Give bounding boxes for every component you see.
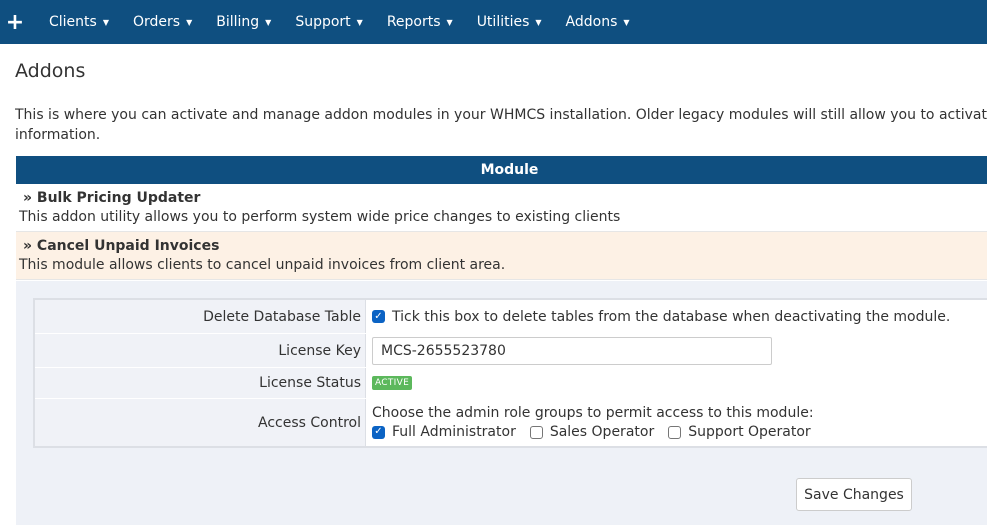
module-config-panel: Delete Database Table ✓ Tick this box to…	[16, 281, 987, 525]
module-name[interactable]: » Bulk Pricing Updater	[19, 189, 987, 207]
top-navigation: + Clients ▼ Orders ▼ Billing ▼ Support ▼ Rep…	[0, 0, 987, 44]
module-table-header: Module	[16, 156, 987, 184]
config-row-license-status: License Status ACTIVE	[35, 368, 987, 399]
page-title: Addons	[15, 60, 86, 82]
nav-billing[interactable]: Billing ▼	[204, 0, 283, 44]
access-control-text: Choose the admin role groups to permit a…	[372, 405, 814, 421]
config-table: Delete Database Table ✓ Tick this box to…	[33, 298, 987, 448]
nav-addons[interactable]: Addons ▼	[554, 0, 642, 44]
caret-down-icon: ▼	[186, 17, 193, 27]
access-control-label: Access Control	[35, 399, 365, 446]
module-description: This addon utility allows you to perform…	[19, 209, 621, 225]
module-table: Module » Bulk Pricing Updater This addon…	[16, 156, 987, 280]
intro-line-1: This is where you can activate and manag…	[15, 107, 987, 123]
caret-down-icon: ▼	[102, 17, 109, 27]
nav-clients[interactable]: Clients ▼	[37, 0, 121, 44]
license-key-label: License Key	[35, 334, 365, 367]
save-changes-button[interactable]: Save Changes	[796, 478, 912, 511]
config-row-access-control: Access Control Choose the admin role gro…	[35, 399, 987, 446]
delete-table-text: Tick this box to delete tables from the …	[392, 308, 951, 325]
status-badge: ACTIVE	[372, 376, 413, 390]
role-full-administrator[interactable]: ✓ Full Administrator	[372, 424, 516, 440]
role-checkbox[interactable]	[668, 425, 682, 439]
caret-down-icon: ▼	[535, 17, 542, 27]
caret-down-icon: ▼	[623, 17, 630, 27]
license-status-label: License Status	[35, 368, 365, 398]
nav-reports[interactable]: Reports ▼	[375, 0, 465, 44]
caret-down-icon: ▼	[265, 17, 272, 27]
page-intro: This is where you can activate and manag…	[15, 105, 987, 145]
module-row-cancel-unpaid[interactable]: » Cancel Unpaid Invoices This module all…	[16, 232, 987, 280]
nav-support[interactable]: Support ▼	[283, 0, 375, 44]
caret-down-icon: ▼	[446, 17, 453, 27]
nav-utilities[interactable]: Utilities ▼	[465, 0, 554, 44]
license-key-input[interactable]: MCS-2655523780	[372, 336, 772, 365]
config-row-license-key: License Key MCS-2655523780	[35, 334, 987, 368]
intro-line-2: information.	[15, 127, 101, 143]
role-sales-operator[interactable]: Sales Operator	[529, 424, 654, 440]
module-name[interactable]: » Cancel Unpaid Invoices	[19, 237, 987, 255]
module-description: This module allows clients to cancel unp…	[19, 257, 506, 273]
plus-icon[interactable]: +	[1, 10, 29, 35]
delete-table-label: Delete Database Table	[35, 300, 365, 333]
config-row-delete-table: Delete Database Table ✓ Tick this box to…	[35, 300, 987, 334]
role-checkbox[interactable]: ✓	[372, 425, 385, 439]
role-support-operator[interactable]: Support Operator	[668, 424, 811, 440]
nav-orders[interactable]: Orders ▼	[121, 0, 204, 44]
role-checkbox[interactable]	[529, 425, 543, 439]
delete-table-checkbox[interactable]: ✓	[372, 310, 385, 323]
module-row-bulk-pricing[interactable]: » Bulk Pricing Updater This addon utilit…	[16, 184, 987, 232]
caret-down-icon: ▼	[356, 17, 363, 27]
